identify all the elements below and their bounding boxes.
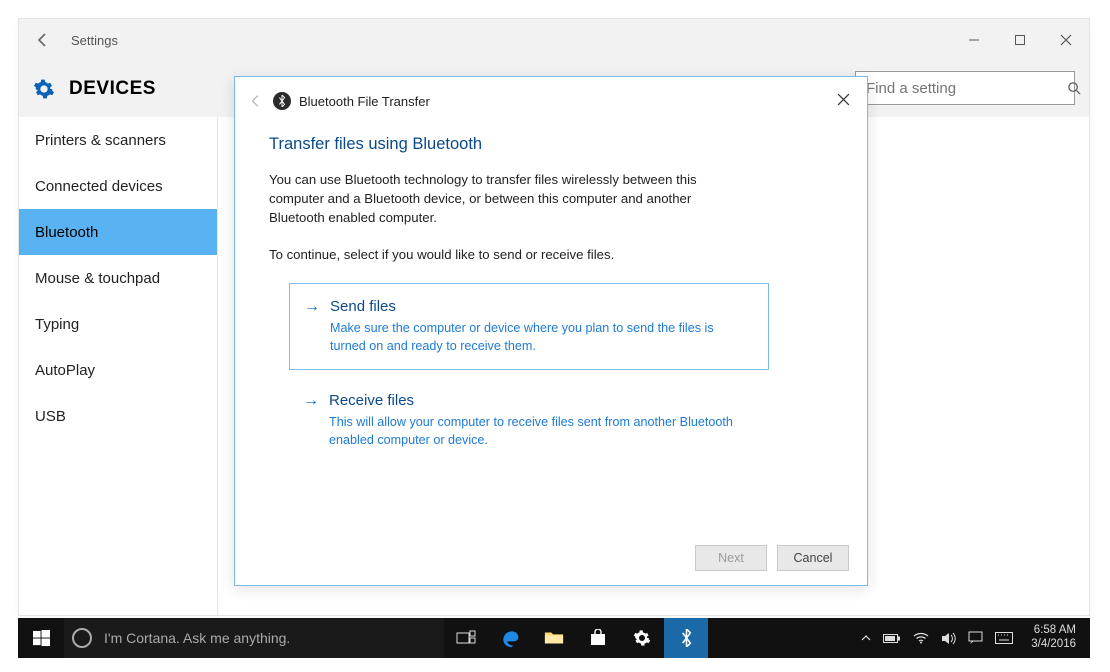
cortana-search[interactable]: I'm Cortana. Ask me anything. — [64, 618, 444, 658]
close-icon — [1060, 34, 1072, 46]
sidebar-item-bluetooth[interactable]: Bluetooth — [19, 209, 217, 255]
search-input[interactable] — [864, 79, 1067, 98]
taskbar: I'm Cortana. Ask me anything. — [18, 618, 1090, 658]
tray-overflow-icon[interactable] — [861, 633, 871, 643]
system-tray: 6:58 AM 3/4/2016 — [861, 624, 1090, 652]
wizard-back-button[interactable] — [243, 88, 269, 114]
taskbar-app-explorer[interactable] — [532, 618, 576, 658]
start-button[interactable] — [18, 618, 64, 658]
battery-icon[interactable] — [883, 633, 901, 644]
arrow-left-icon — [35, 32, 51, 48]
option-description: This will allow your computer to receive… — [329, 413, 751, 450]
wizard-intro-text: You can use Bluetooth technology to tran… — [269, 170, 749, 227]
minimize-icon — [968, 34, 980, 46]
taskbar-clock[interactable]: 6:58 AM 3/4/2016 — [1025, 624, 1082, 652]
search-icon — [1067, 81, 1082, 96]
gear-icon — [33, 78, 55, 100]
option-title: Send files — [330, 298, 750, 315]
task-view-button[interactable] — [444, 618, 488, 658]
edge-icon — [500, 628, 520, 648]
folder-icon — [544, 630, 564, 646]
windows-icon — [33, 630, 50, 647]
bluetooth-wizard: Bluetooth File Transfer Transfer files u… — [234, 76, 868, 586]
wizard-title: Bluetooth File Transfer — [299, 94, 430, 109]
minimize-button[interactable] — [951, 19, 997, 61]
search-box[interactable] — [855, 71, 1075, 105]
close-icon — [837, 93, 850, 106]
cancel-button[interactable]: Cancel — [777, 545, 849, 571]
sidebar-item-usb[interactable]: USB — [19, 393, 217, 439]
sidebar-item-printers[interactable]: Printers & scanners — [19, 117, 217, 163]
wifi-icon[interactable] — [913, 632, 929, 644]
option-description: Make sure the computer or device where y… — [330, 319, 750, 356]
taskbar-app-bluetooth[interactable] — [664, 618, 708, 658]
arrow-right-icon: → — [303, 392, 319, 450]
sidebar-item-mouse-touchpad[interactable]: Mouse & touchpad — [19, 255, 217, 301]
sidebar-item-typing[interactable]: Typing — [19, 301, 217, 347]
arrow-left-icon — [249, 94, 263, 108]
arrow-right-icon: → — [304, 298, 320, 356]
gear-icon — [633, 629, 651, 647]
sidebar-item-connected-devices[interactable]: Connected devices — [19, 163, 217, 209]
cortana-icon — [72, 628, 92, 648]
option-title: Receive files — [329, 392, 751, 409]
taskbar-app-settings[interactable] — [620, 618, 664, 658]
back-button[interactable] — [19, 19, 67, 61]
wizard-prompt-text: To continue, select if you would like to… — [269, 245, 749, 264]
wizard-titlebar: Bluetooth File Transfer — [235, 77, 867, 125]
keyboard-icon[interactable] — [995, 632, 1013, 644]
maximize-icon — [1014, 34, 1026, 46]
window-title: Settings — [67, 33, 951, 48]
clock-date: 3/4/2016 — [1031, 638, 1076, 652]
volume-icon[interactable] — [941, 632, 956, 645]
wizard-close-button[interactable] — [825, 83, 861, 115]
maximize-button[interactable] — [997, 19, 1043, 61]
option-send-files[interactable]: → Send files Make sure the computer or d… — [289, 283, 769, 371]
sidebar-item-autoplay[interactable]: AutoPlay — [19, 347, 217, 393]
bluetooth-icon — [680, 629, 693, 647]
bluetooth-icon — [273, 92, 291, 110]
page-heading: DEVICES — [69, 78, 156, 100]
cortana-placeholder: I'm Cortana. Ask me anything. — [104, 630, 290, 646]
settings-titlebar: Settings — [19, 19, 1089, 61]
clock-time: 6:58 AM — [1031, 624, 1076, 638]
action-center-icon[interactable] — [968, 631, 983, 645]
option-receive-files[interactable]: → Receive files This will allow your com… — [289, 378, 769, 464]
next-button[interactable]: Next — [695, 545, 767, 571]
taskbar-app-store[interactable] — [576, 618, 620, 658]
wizard-heading: Transfer files using Bluetooth — [269, 135, 833, 154]
close-button[interactable] — [1043, 19, 1089, 61]
store-icon — [589, 629, 607, 647]
taskbar-app-edge[interactable] — [488, 618, 532, 658]
task-view-icon — [456, 630, 476, 646]
settings-sidebar: Printers & scanners Connected devices Bl… — [19, 117, 217, 615]
